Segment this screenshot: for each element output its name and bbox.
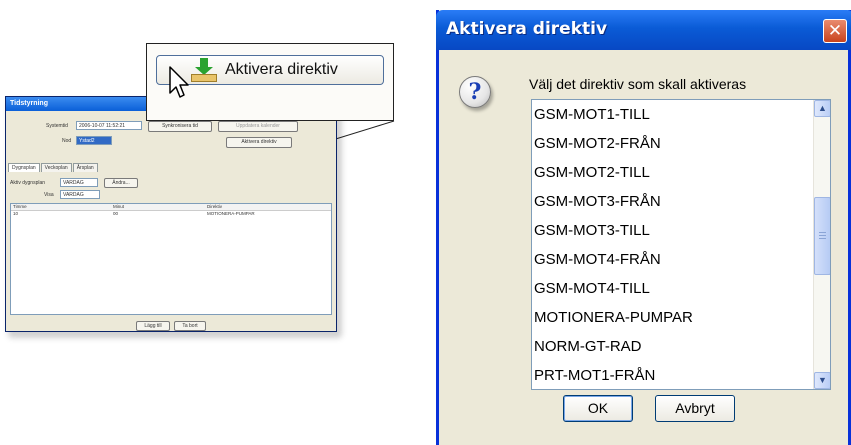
mini-remove-button[interactable]: Ta bort bbox=[174, 321, 206, 331]
list-scrollbar[interactable]: ▲ ▼ bbox=[813, 100, 830, 389]
mini-cell-minut: 00 bbox=[113, 211, 119, 216]
list-item[interactable]: GSM-MOT3-TILL bbox=[534, 216, 650, 245]
directive-listbox[interactable]: GSM-MOT1-TILL GSM-MOT2-FRÅN GSM-MOT2-TIL… bbox=[531, 99, 831, 390]
activate-directive-label: Aktivera direktiv bbox=[225, 61, 338, 78]
mini-tabs: Dygnsplan Veckoplan Årsplan bbox=[8, 163, 99, 172]
ok-button[interactable]: OK bbox=[563, 395, 633, 422]
mini-andra-button[interactable]: Ändra... bbox=[104, 178, 138, 188]
mini-aktiv-label: Aktiv dygnsplan bbox=[10, 180, 46, 186]
mini-schedule-table: Timme Minut Direktiv 10 00 MOTIONERA-PUM… bbox=[10, 203, 332, 315]
cancel-button[interactable]: Avbryt bbox=[655, 395, 735, 422]
mini-sync-button[interactable]: Synkronisera tid bbox=[148, 121, 212, 132]
mouse-pointer-icon bbox=[169, 66, 189, 98]
mini-window-tidstyrning: Tidstyrning Systemtid 2006-10-07 11:52:2… bbox=[5, 96, 337, 332]
dialog-prompt: Välj det direktiv som skall aktiveras bbox=[529, 76, 747, 92]
aktivera-direktiv-dialog: Aktivera direktiv ✕ ? Välj det direktiv … bbox=[436, 10, 851, 445]
dialog-title: Aktivera direktiv bbox=[446, 19, 608, 39]
scroll-up-icon[interactable]: ▲ bbox=[814, 100, 830, 117]
list-item[interactable]: MOTIONERA-PUMPAR bbox=[534, 303, 693, 332]
mini-visa-select[interactable]: VARDAG bbox=[60, 190, 100, 199]
list-item[interactable]: GSM-MOT2-TILL bbox=[534, 158, 650, 187]
download-icon bbox=[191, 58, 217, 82]
close-icon[interactable]: ✕ bbox=[823, 19, 847, 43]
mini-update-button[interactable]: Uppdatera kalender bbox=[218, 121, 298, 132]
mini-activate-button[interactable]: Aktivera direktiv bbox=[226, 137, 292, 148]
mini-systemtid-label: Systemtid bbox=[46, 123, 68, 129]
list-item[interactable]: NORM-GT-RAD bbox=[534, 332, 642, 361]
mini-nod-label: Nod bbox=[62, 138, 72, 144]
mini-table-header bbox=[11, 204, 331, 211]
mini-cell-direktiv: MOTIONERA-PUMPAR bbox=[207, 211, 255, 216]
question-icon: ? bbox=[459, 76, 491, 108]
dialog-titlebar[interactable]: Aktivera direktiv ✕ bbox=[436, 10, 851, 50]
mini-add-button[interactable]: Lägg till bbox=[136, 321, 170, 331]
scroll-thumb[interactable] bbox=[814, 197, 830, 275]
mini-col-timme: Timme bbox=[13, 204, 27, 209]
list-item[interactable]: GSM-MOT2-FRÅN bbox=[534, 129, 661, 158]
mini-cell-timme: 10 bbox=[13, 211, 19, 216]
mini-visa-label: Visa bbox=[44, 192, 54, 198]
list-item[interactable]: PRT-MOT1-FRÅN bbox=[534, 361, 655, 389]
mini-tab-arsplan[interactable]: Årsplan bbox=[72, 163, 98, 172]
mini-tab-veckoplan[interactable]: Veckoplan bbox=[40, 163, 72, 172]
list-item[interactable]: GSM-MOT1-TILL bbox=[534, 100, 650, 129]
list-item[interactable]: GSM-MOT4-FRÅN bbox=[534, 245, 661, 274]
mini-systemtid-field[interactable]: 2006-10-07 11:52:21 bbox=[76, 121, 142, 130]
mini-aktiv-field: VARDAG bbox=[60, 178, 98, 187]
list-item[interactable]: GSM-MOT3-FRÅN bbox=[534, 187, 661, 216]
mini-col-direktiv: Direktiv bbox=[207, 204, 223, 209]
mini-nod-select[interactable]: Ystad2 bbox=[76, 136, 112, 145]
mini-col-minut: Minut bbox=[113, 204, 125, 209]
mini-tab-dygnsplan[interactable]: Dygnsplan bbox=[8, 163, 40, 172]
scroll-down-icon[interactable]: ▼ bbox=[814, 372, 830, 389]
table-row[interactable]: 10 00 MOTIONERA-PUMPAR bbox=[11, 211, 331, 217]
list-item[interactable]: GSM-MOT4-TILL bbox=[534, 274, 650, 303]
